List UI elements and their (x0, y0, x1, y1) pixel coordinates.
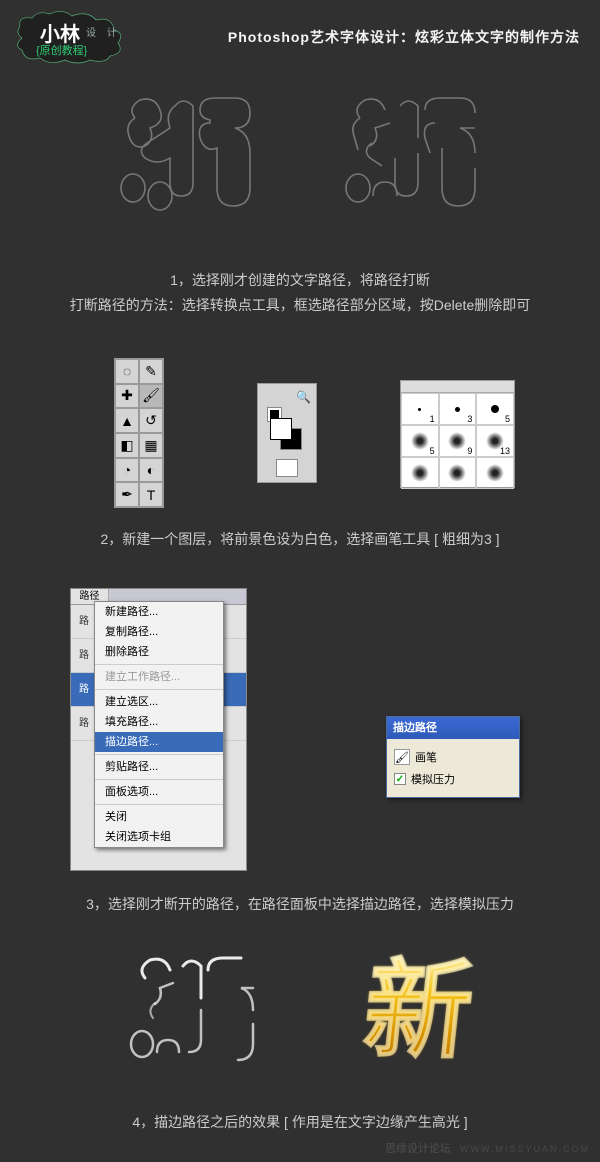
menu-delete-path[interactable]: 删除路径 (95, 642, 223, 662)
magnifier-icon[interactable]: 🔍 (296, 390, 311, 404)
menu-close[interactable]: 关闭 (95, 807, 223, 827)
logo-original-tag: {原创教程} (36, 42, 87, 58)
brush-preset[interactable]: 9 (439, 425, 477, 457)
tool-dodge-icon[interactable]: ◐ (139, 458, 163, 483)
brush-preset[interactable]: 5 (476, 393, 514, 425)
tools-palette: ◌ ✎ ✚ 🖌 ▲ ↺ ◧ ▦ ◔ ◐ ✒ T (114, 358, 164, 508)
page-title: Photoshop艺术字体设计：炫彩立体文字的制作方法 (228, 27, 580, 47)
dialog-titlebar: 描边路径 (387, 717, 519, 739)
brush-size-label: 13 (500, 446, 510, 456)
char-outline-broken (340, 88, 485, 228)
brush-icon: 🖌 (394, 749, 410, 765)
brush-panel-header (401, 381, 514, 393)
menu-separator (95, 804, 223, 805)
brush-preset[interactable]: 5 (401, 425, 439, 457)
step1-text: 1，选择刚才创建的文字路径，将路径打断 (0, 268, 600, 293)
step4-text: 4，描边路径之后的效果 [ 作用是在文字边缘产生高光 ] (0, 1110, 600, 1135)
context-menu: 新建路径... 复制路径... 删除路径 建立工作路径... 建立选区... 填… (94, 601, 224, 848)
logo-sub-text: 设 计 (86, 24, 121, 39)
tool-healing-icon[interactable]: ✚ (115, 384, 139, 409)
char-outline-full (115, 88, 260, 228)
brush-size-label: 1 (430, 414, 435, 424)
color-swatch-panel: 🔍 (257, 383, 317, 483)
tool-pen-icon[interactable]: ✒ (115, 482, 139, 507)
menu-stroke-path[interactable]: 描边路径... (95, 732, 223, 752)
tool-eraser-icon[interactable]: ◧ (115, 433, 139, 458)
brush-preset[interactable]: 3 (439, 393, 477, 425)
step1-characters (0, 88, 600, 248)
stroke-path-dialog: 描边路径 🖌 画笔 ✓ 模拟压力 (386, 716, 520, 798)
menu-make-selection[interactable]: 建立选区... (95, 692, 223, 712)
step3-images: 路径 路 路 路 路 新建路径... 复制路径... 删除路径 建立工作路径..… (0, 588, 600, 878)
brush-preset[interactable]: 1 (401, 393, 439, 425)
gold-char-result: 新 新 (350, 948, 500, 1088)
menu-separator (95, 664, 223, 665)
brush-preset[interactable]: 13 (476, 425, 514, 457)
menu-clipping-path[interactable]: 剪贴路径... (95, 757, 223, 777)
step2-text: 2，新建一个图层，将前景色设为白色，选择画笔工具 [ 粗细为3 ] (0, 527, 600, 552)
tool-eyedropper-icon[interactable]: ✎ (139, 359, 163, 384)
dialog-brush-label: 画笔 (415, 749, 437, 765)
menu-new-path[interactable]: 新建路径... (95, 602, 223, 622)
step2-tool-images: ◌ ✎ ✚ 🖌 ▲ ↺ ◧ ▦ ◔ ◐ ✒ T 🔍 1 3 5 5 9 13 (0, 358, 600, 508)
footer-label: 思缘设计论坛 (385, 1143, 451, 1155)
brush-preset[interactable] (439, 457, 477, 489)
tool-history-icon[interactable]: ↺ (139, 408, 163, 433)
tool-text-icon[interactable]: T (139, 482, 163, 507)
tool-stamp-icon[interactable]: ▲ (115, 408, 139, 433)
brush-size-label: 9 (467, 446, 472, 456)
brush-size-label: 3 (467, 414, 472, 424)
footer-url: WWW.MISSYUAN.COM (460, 1144, 590, 1154)
brush-size-label: 5 (430, 446, 435, 456)
tool-lasso-icon[interactable]: ◌ (115, 359, 139, 384)
menu-panel-options[interactable]: 面板选项... (95, 782, 223, 802)
menu-close-tab-group[interactable]: 关闭选项卡组 (95, 827, 223, 847)
stroke-result (125, 950, 260, 1080)
foreground-color[interactable] (270, 418, 292, 440)
tool-blur-icon[interactable]: ◔ (115, 458, 139, 483)
menu-separator (95, 689, 223, 690)
tool-brush-icon[interactable]: 🖌 (139, 384, 163, 409)
dialog-pressure-label: 模拟压力 (411, 771, 455, 787)
menu-separator (95, 779, 223, 780)
step1b-text: 打断路径的方法：选择转换点工具，框选路径部分区域，按Delete删除即可 (0, 293, 600, 318)
brush-preset[interactable] (401, 457, 439, 489)
tool-gradient-icon[interactable]: ▦ (139, 433, 163, 458)
simulate-pressure-checkbox[interactable]: ✓ (394, 773, 406, 785)
footer: 思缘设计论坛 WWW.MISSYUAN.COM (385, 1140, 590, 1156)
brush-size-label: 5 (505, 414, 510, 424)
logo-area: 小林 设 计 {原创教程} (8, 8, 138, 68)
brush-size-panel: 1 3 5 5 9 13 (400, 380, 515, 488)
svg-text:新: 新 (358, 950, 479, 1071)
menu-duplicate-path[interactable]: 复制路径... (95, 622, 223, 642)
step3-text: 3，选择刚才断开的路径，在路径面板中选择描边路径，选择模拟压力 (0, 892, 600, 917)
menu-separator (95, 754, 223, 755)
step4-results: 新 新 (0, 950, 600, 1100)
menu-fill-path[interactable]: 填充路径... (95, 712, 223, 732)
quickmask-icon[interactable] (276, 459, 298, 477)
menu-make-work-path: 建立工作路径... (95, 667, 223, 687)
brush-preset[interactable] (476, 457, 514, 489)
